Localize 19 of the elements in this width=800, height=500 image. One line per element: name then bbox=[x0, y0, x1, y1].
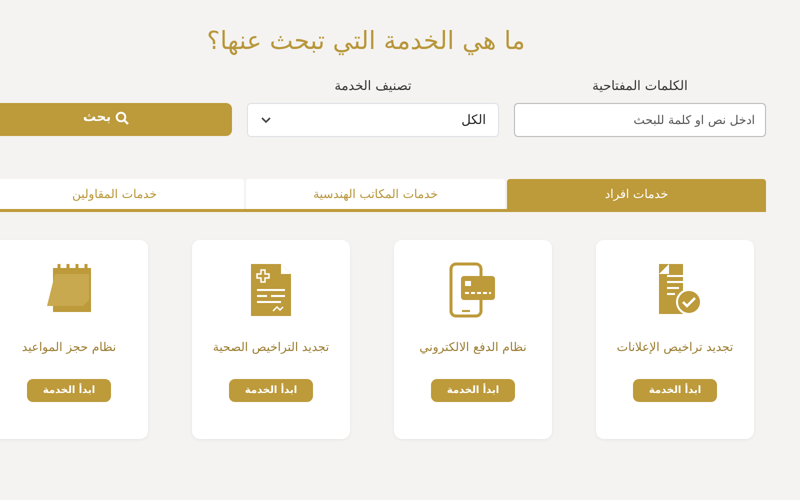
start-service-button[interactable]: ابدأ الخدمة bbox=[633, 379, 717, 402]
chevron-down-icon bbox=[260, 116, 272, 124]
service-title: تجديد التراخيص الصحية bbox=[212, 340, 330, 354]
service-title: تجديد تراخيص الإعلانات bbox=[616, 340, 734, 354]
service-tab[interactable]: خدمات افراد bbox=[507, 179, 766, 209]
search-button[interactable]: بحث bbox=[0, 103, 232, 136]
category-select[interactable]: الكل bbox=[247, 103, 499, 137]
service-title: نظام حجز المواعيد bbox=[22, 340, 116, 354]
search-icon bbox=[115, 110, 129, 125]
start-service-button[interactable]: ابدأ الخدمة bbox=[27, 379, 111, 402]
search-field[interactable]: ادخل نص او كلمة للبحث bbox=[514, 103, 766, 137]
category-label: تصنيف الخدمة bbox=[333, 79, 413, 96]
start-service-button[interactable]: ابدأ الخدمة bbox=[229, 379, 313, 402]
service-tab[interactable]: خدمات المكاتب الهندسية bbox=[246, 179, 505, 209]
service-tab[interactable]: خدمات المقاولين bbox=[0, 179, 244, 209]
service-title: نظام الدفع الالكتروني bbox=[419, 340, 527, 354]
keywords-label: الكلمات المفتاحية bbox=[591, 79, 689, 96]
page-title: ما هي الخدمة التي تبحث عنها؟ bbox=[206, 25, 526, 55]
start-service-button[interactable]: ابدأ الخدمة bbox=[431, 379, 515, 402]
